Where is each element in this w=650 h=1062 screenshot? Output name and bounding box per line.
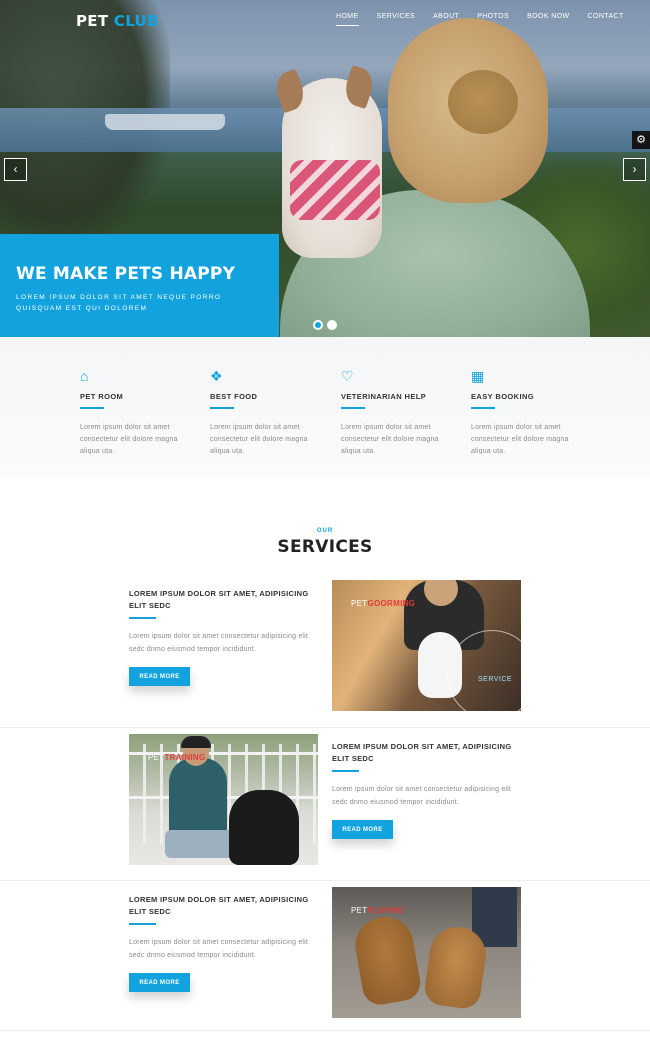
calendar-icon: ▦ [471,368,485,384]
feature-divider [210,407,234,409]
nav-home[interactable]: HOME [336,13,359,26]
home-icon: ⌂ [80,368,89,384]
feature-text: Lorem ipsum dolor sit amet consectetur e… [341,423,439,455]
image-label-keyword: TRAINING [164,753,206,762]
service-text: Lorem ipsum dolor sit amet consectetur a… [129,939,309,959]
section-subtitle: OUR [316,528,334,534]
nav-contact[interactable]: CONTACT [588,13,624,26]
row-divider [0,727,650,728]
brown-dog-figure [350,912,424,1008]
image-caption: SERVICE [478,676,513,683]
feature-best-food: ❖ BEST FOOD Lorem ipsum dolor sit amet c… [210,368,320,458]
image-label-keyword: GOORMING [367,599,416,608]
hero-dog-harness [290,160,380,220]
feature-title: PET ROOM [80,392,124,401]
nav-book-now[interactable]: BOOK NOW [527,13,569,26]
feature-title: VETERINARIAN HELP [341,392,427,401]
slider-next-button[interactable]: › [623,158,646,181]
main-nav: HOME SERVICES ABOUT PHOTOS BOOK NOW CONT… [336,13,624,26]
trainer-legs [165,830,237,858]
service-divider [129,923,156,925]
hero-text: LOREM IPSUM DOLOR SIT AMET NEQUE PORRO Q… [16,294,222,312]
gear-icon[interactable]: ⚙ [632,131,650,149]
service-heading: LOREM IPSUM DOLOR SIT AMET, ADIPISICING … [129,895,309,916]
feature-divider [80,407,104,409]
section-title: SERVICES [277,537,373,557]
feature-title: EASY BOOKING [471,392,535,401]
nav-about[interactable]: ABOUT [433,13,459,26]
hero-title: WE MAKE PETS HAPPY [16,264,236,284]
service-image-playing[interactable]: PETPLAYING [332,887,521,1018]
image-label-prefix: PET [351,906,368,915]
feature-divider [471,407,495,409]
service-text: Lorem ipsum dolor sit amet consectetur a… [129,633,309,653]
trainer-cap [181,736,211,748]
slider-dot-2[interactable] [327,320,337,330]
service-heading: LOREM IPSUM DOLOR SIT AMET, ADIPISICING … [332,742,512,763]
read-more-button[interactable]: READ MORE [332,820,393,839]
service-image-grooming[interactable]: SERVICE PETGOORMING [332,580,521,711]
feature-title: BEST FOOD [210,392,258,401]
hero-boat [105,114,225,130]
feature-veterinarian-help: ♡ VETERINARIAN HELP Lorem ipsum dolor si… [341,368,451,458]
feature-divider [341,407,365,409]
row-divider [0,880,650,881]
feature-text: Lorem ipsum dolor sit amet consectetur e… [80,423,178,455]
image-label-prefix: PET [148,753,165,762]
logo-word-1: PET [76,12,109,30]
hero-caption-box [0,234,279,337]
nav-services[interactable]: SERVICES [377,13,415,26]
image-label-prefix: PET [351,599,368,608]
image-label: PETTRAINING [148,753,206,762]
service-image-training[interactable]: PETTRAINING [129,734,318,865]
image-label: PETGOORMING [351,599,415,608]
read-more-button[interactable]: READ MORE [129,667,190,686]
site-logo[interactable]: PET CLUB [76,12,159,30]
chevron-right-icon: › [632,162,637,176]
footer-divider [0,1030,650,1031]
service-text: Lorem ipsum dolor sit amet consectetur a… [332,786,512,806]
nav-photos[interactable]: PHOTOS [477,13,509,26]
trainer-figure [169,758,227,838]
service-heading: LOREM IPSUM DOLOR SIT AMET, ADIPISICING … [129,589,309,610]
feature-easy-booking: ▦ EASY BOOKING Lorem ipsum dolor sit ame… [471,368,581,458]
slider-dot-1[interactable] [313,320,323,330]
hero-hair-bun [448,70,518,134]
logo-word-2: CLUB [113,12,159,30]
chevron-left-icon: ‹ [13,162,18,176]
service-divider [129,617,156,619]
heart-icon: ♡ [341,368,354,384]
feature-text: Lorem ipsum dolor sit amet consectetur e… [210,423,308,455]
black-dog-figure [229,790,299,865]
image-label-keyword: PLAYING [367,906,405,915]
feature-text: Lorem ipsum dolor sit amet consectetur e… [471,423,569,455]
cubes-icon: ❖ [210,368,223,384]
slider-dots [313,320,337,330]
slider-prev-button[interactable]: ‹ [4,158,27,181]
service-divider [332,770,359,772]
read-more-button[interactable]: READ MORE [129,973,190,992]
image-label: PETPLAYING [351,906,404,915]
feature-pet-room: ⌂ PET ROOM Lorem ipsum dolor sit amet co… [80,368,190,458]
brown-dog-figure [422,923,490,1011]
